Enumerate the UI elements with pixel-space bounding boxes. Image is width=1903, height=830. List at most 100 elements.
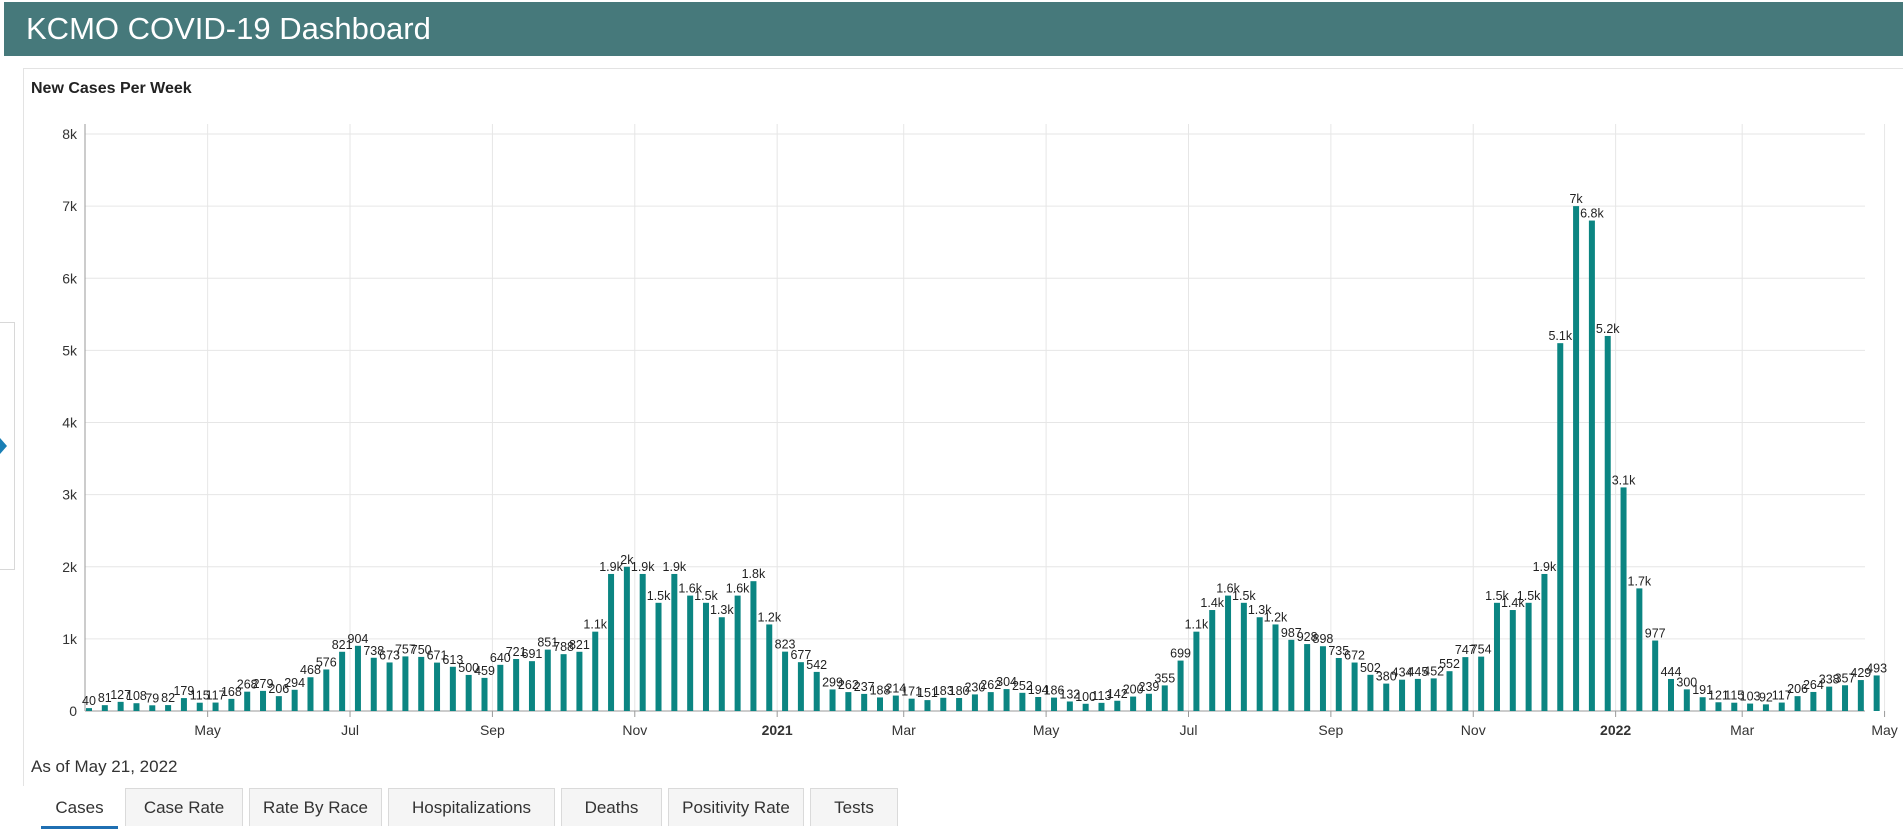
bar (513, 658, 520, 711)
bar (101, 705, 108, 711)
bar (861, 693, 868, 711)
bar (623, 566, 630, 711)
bar (1256, 617, 1263, 711)
x-tick-label: Jul (341, 722, 359, 738)
bar (1810, 691, 1817, 711)
bar (1066, 701, 1073, 711)
bar-data-label: 1.6k (726, 582, 750, 596)
bar (481, 677, 488, 711)
bar (734, 595, 741, 711)
bar (1462, 657, 1469, 711)
bar (845, 692, 852, 711)
x-tick-label: Sep (1318, 722, 1343, 738)
bar (1509, 610, 1516, 711)
bar (1114, 700, 1121, 711)
bar (718, 617, 725, 711)
bar-data-label: 3.1k (1612, 473, 1636, 487)
bar (1145, 693, 1152, 711)
bar-data-label: 1.9k (1533, 560, 1557, 574)
bar-data-label: 355 (1154, 671, 1175, 685)
bar (1288, 639, 1295, 711)
tab-tests[interactable]: Tests (810, 788, 898, 826)
bar (1683, 689, 1690, 711)
x-tick-label: 2022 (1600, 722, 1631, 738)
bar (165, 705, 172, 711)
bar (1098, 702, 1105, 711)
bar (1225, 595, 1232, 711)
tab-hospitalizations[interactable]: Hospitalizations (388, 788, 555, 826)
expand-panel-arrow-icon[interactable] (0, 438, 7, 454)
bar-data-label: 493 (1866, 661, 1887, 675)
y-tick-label: 0 (69, 703, 77, 719)
bar (829, 689, 836, 711)
bar-data-label: 1.1k (583, 618, 607, 632)
bar (1193, 631, 1200, 711)
bar-data-label: 1.5k (1232, 589, 1256, 603)
bar (1003, 689, 1010, 711)
bar (1446, 671, 1453, 711)
x-tick-label: May (1033, 722, 1059, 738)
bar (782, 651, 789, 711)
bar (244, 691, 251, 711)
x-tick-label: Mar (892, 722, 916, 738)
bar (1304, 644, 1311, 711)
bar (1541, 573, 1548, 711)
dashboard-header: KCMO COVID-19 Dashboard (4, 2, 1903, 56)
bar (1842, 685, 1849, 711)
bar-data-label: 1.5k (647, 589, 671, 603)
bar (402, 656, 409, 711)
bar (149, 705, 156, 711)
bar-data-label: 1.9k (663, 560, 687, 574)
bar (544, 649, 551, 711)
tab-deaths[interactable]: Deaths (561, 788, 662, 826)
bar (1130, 696, 1137, 711)
bar (813, 671, 820, 711)
bar (1636, 588, 1643, 711)
tab-positivity-rate[interactable]: Positivity Rate (668, 788, 804, 826)
y-tick-label: 6k (62, 270, 78, 286)
bar (449, 666, 456, 711)
bar (1857, 680, 1864, 711)
bar-data-label: 552 (1439, 657, 1460, 671)
bar (766, 624, 773, 711)
bar (1319, 646, 1326, 711)
tab-case-rate[interactable]: Case Rate (125, 788, 243, 826)
cases-bar-chart: 0 1k 2k 3k 4k 5k 6k 7k 8k May Jul Sep Nov 2021 Mar May J… (62, 124, 1898, 738)
bar (1177, 660, 1184, 711)
bar-data-label: 108 (126, 689, 147, 703)
bar (354, 645, 361, 711)
y-tick-label: 3k (62, 487, 78, 503)
chart-title: New Cases Per Week (31, 80, 192, 97)
bar (1035, 697, 1042, 711)
x-tick-label: Nov (622, 722, 647, 738)
bar (1082, 703, 1089, 711)
bar (212, 702, 219, 711)
bar (1367, 674, 1374, 711)
tab-cases[interactable]: Cases (40, 788, 119, 829)
bar-data-label: 1.4k (1200, 596, 1224, 610)
bar (1652, 640, 1659, 711)
y-tick-label: 1k (62, 631, 78, 647)
y-tick-label: 7k (62, 198, 78, 214)
bar (576, 651, 583, 711)
bar (956, 698, 963, 711)
bar (687, 595, 694, 711)
bar-data-label: 1.8k (742, 567, 766, 581)
bar-data-label: 977 (1645, 627, 1666, 641)
bar (1731, 702, 1738, 711)
bar (797, 662, 804, 711)
bar (497, 664, 504, 711)
bar (1019, 692, 1026, 711)
dashboard-title: KCMO COVID-19 Dashboard (26, 11, 431, 46)
bar (892, 695, 899, 711)
tab-rate-by-race[interactable]: Rate By Race (249, 788, 382, 826)
bar-data-label: 1.9k (631, 560, 655, 574)
bar-data-label: 542 (806, 658, 827, 672)
bar (608, 573, 615, 711)
bar (339, 651, 346, 711)
bar (1873, 675, 1880, 711)
bar (987, 692, 994, 711)
bar (940, 697, 947, 711)
bar-data-label: 1.2k (1264, 610, 1288, 624)
bar (1051, 697, 1058, 711)
